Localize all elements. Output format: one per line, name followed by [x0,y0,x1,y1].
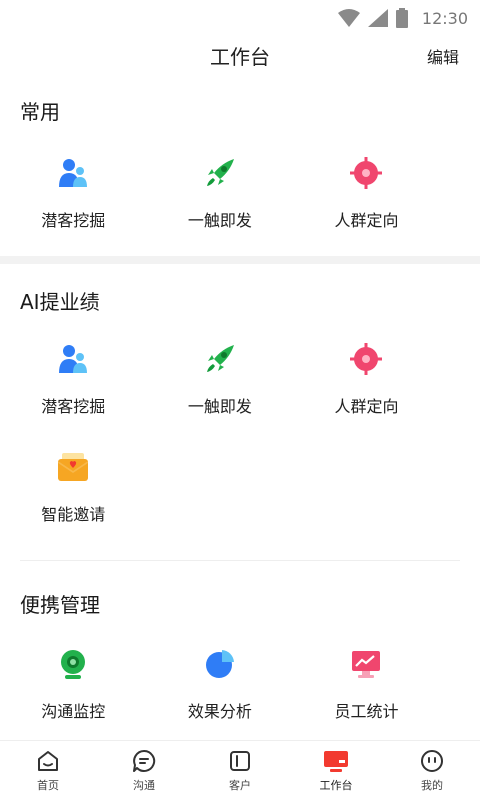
section-title: 常用 [20,99,60,124]
tool-label: 人群定向 [334,211,399,230]
tool-label: 员工统计 [334,702,399,721]
wifi-icon [337,9,360,27]
chat-icon [133,749,156,772]
tab-label: 我的 [421,778,443,792]
tool-staff-statistics[interactable]: 员工统计 [293,629,440,737]
section-management-grid: 沟通监控 效果分析 员工统计 [0,629,480,737]
status-time: 12:30 [421,8,468,28]
section-common: 常用 [0,74,480,132]
tool-instant-trigger[interactable]: 一触即发 [147,324,294,432]
tab-home[interactable]: 首页 [0,741,96,800]
section-portable-management: 便携管理 [0,561,480,625]
signal-icon [367,9,388,27]
customer-icon [230,750,250,771]
pie-chart-icon [200,644,240,684]
profile-icon [421,749,443,772]
edit-button[interactable]: 编辑 [427,44,459,68]
tool-label: 一触即发 [187,211,252,230]
section-title: 便携管理 [20,592,100,617]
trend-board-icon [346,644,386,684]
tab-chat[interactable]: 沟通 [96,741,192,800]
section-divider [0,256,480,264]
invite-envelope-icon [53,447,93,487]
battery-icon [395,8,408,28]
title-bar: 工作台 编辑 [0,36,480,74]
tool-smart-invite[interactable]: 智能邀请 [0,432,147,540]
status-bar: 12:30 [0,0,480,36]
page-title: 工作台 [210,44,270,69]
tool-label: 智能邀请 [41,505,106,524]
target-icon [346,339,386,379]
workbench-icon [324,750,348,772]
tool-label: 沟通监控 [41,702,106,721]
tool-instant-trigger[interactable]: 一触即发 [147,138,294,246]
tool-label: 人群定向 [334,397,399,416]
tab-label: 客户 [229,778,251,792]
tool-label: 潜客挖掘 [41,397,106,416]
tab-label: 工作台 [319,778,353,792]
tab-workbench[interactable]: 工作台 [288,741,384,800]
users-icon [53,153,93,193]
users-icon [53,339,93,379]
tab-label: 首页 [37,778,59,792]
section-title: AI提业绩 [20,289,100,314]
tool-potential-customers[interactable]: 潜客挖掘 [0,138,147,246]
section-ai-grid: 潜客挖掘 一触即发 人群定向 智能邀请 [0,324,480,540]
section-common-grid: 潜客挖掘 一触即发 人群定向 [0,138,480,246]
workbench-content[interactable]: 常用 潜客挖掘 一触即发 人群定向 AI提业绩 潜客挖掘 一触即发 人群定向 智… [0,74,480,740]
tool-effect-analysis[interactable]: 效果分析 [147,629,294,737]
tool-audience-targeting[interactable]: 人群定向 [293,324,440,432]
bottom-tab-bar: 首页 沟通 客户 工作台 我的 [0,740,480,800]
rocket-icon [200,153,240,193]
tab-label: 沟通 [133,778,155,792]
tool-label: 效果分析 [187,702,252,721]
camera-monitor-icon [53,644,93,684]
tool-audience-targeting[interactable]: 人群定向 [293,138,440,246]
home-icon [38,750,58,771]
tool-label: 潜客挖掘 [41,211,106,230]
tab-profile[interactable]: 我的 [384,741,480,800]
rocket-icon [200,339,240,379]
section-ai-performance: AI提业绩 [0,264,480,322]
tool-potential-customers[interactable]: 潜客挖掘 [0,324,147,432]
tab-customers[interactable]: 客户 [192,741,288,800]
tool-label: 一触即发 [187,397,252,416]
target-icon [346,153,386,193]
tool-communication-monitor[interactable]: 沟通监控 [0,629,147,737]
